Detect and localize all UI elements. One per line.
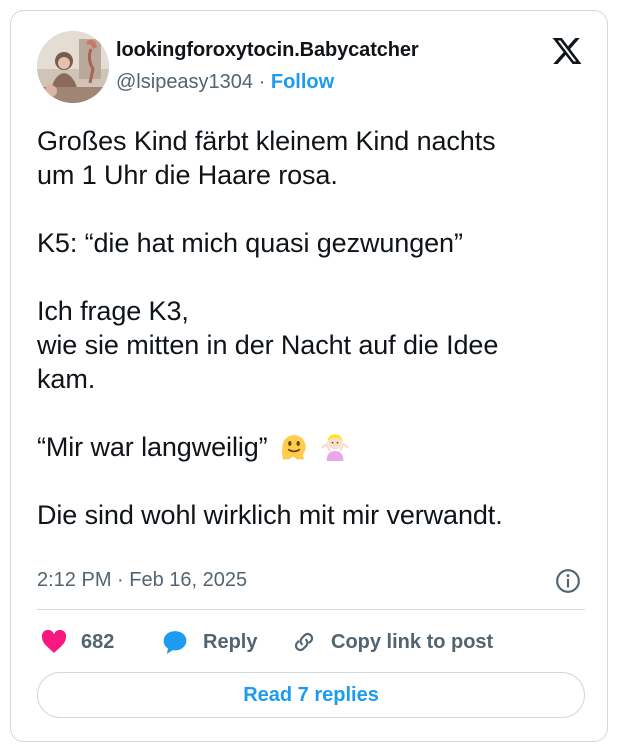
tweet-line: Großes Kind färbt kleinem Kind nachts (37, 126, 496, 156)
link-icon (294, 632, 314, 652)
heart-icon (41, 630, 67, 653)
divider (37, 609, 585, 610)
tweet-paragraph: Großes Kind färbt kleinem Kind nachts um… (37, 124, 587, 192)
read-replies-button[interactable]: Read 7 replies (37, 672, 585, 718)
reply-bubble-icon (163, 631, 187, 654)
tweet-paragraph: Die sind wohl wirklich mit mir verwandt. (37, 498, 587, 532)
melting-face-emoji (281, 435, 306, 460)
person-shrugging-emoji (321, 434, 350, 461)
tweet-paragraph: Ich frage K3, wie sie mitten in der Nach… (37, 294, 587, 396)
tweet-line: “Mir war langweilig” (37, 432, 268, 462)
avatar-photo (37, 31, 109, 103)
like-button[interactable]: 682 (41, 627, 114, 657)
tweet-card: lookingforoxytocin.Babycatcher @lsipeasy… (10, 10, 608, 742)
copy-link-button[interactable]: Copy link to post (291, 627, 493, 657)
author-display-name[interactable]: lookingforoxytocin.Babycatcher (116, 39, 419, 62)
like-count: 682 (81, 630, 115, 653)
x-logo-icon[interactable] (551, 35, 583, 67)
info-icon[interactable] (555, 568, 581, 594)
author-handle[interactable]: @lsipeasy1304 (116, 71, 253, 93)
follow-button[interactable]: Follow (271, 71, 334, 93)
tweet-line: um 1 Uhr die Haare rosa. (37, 160, 338, 190)
tweet-line: K5: “die hat mich quasi gezwungen” (37, 228, 463, 258)
avatar[interactable] (37, 31, 109, 103)
tweet-timestamp[interactable]: 2:12 PM · Feb 16, 2025 (37, 569, 247, 592)
reply-label: Reply (203, 630, 258, 653)
handle-separator: · (258, 71, 266, 93)
tweet-text: Großes Kind färbt kleinem Kind nachts um… (37, 124, 587, 532)
copy-link-label: Copy link to post (331, 630, 494, 653)
tweet-line: Ich frage K3, (37, 296, 189, 326)
author-handle-row: @lsipeasy1304 · Follow (116, 71, 334, 94)
tweet-line: Die sind wohl wirklich mit mir verwandt. (37, 500, 503, 530)
tweet-line: kam. (37, 364, 96, 394)
tweet-line: wie sie mitten in der Nacht auf die Idee (37, 330, 499, 360)
tweet-paragraph: K5: “die hat mich quasi gezwungen” (37, 226, 587, 260)
tweet-paragraph: “Mir war langweilig” (37, 430, 587, 464)
reply-button[interactable]: Reply (161, 627, 257, 657)
